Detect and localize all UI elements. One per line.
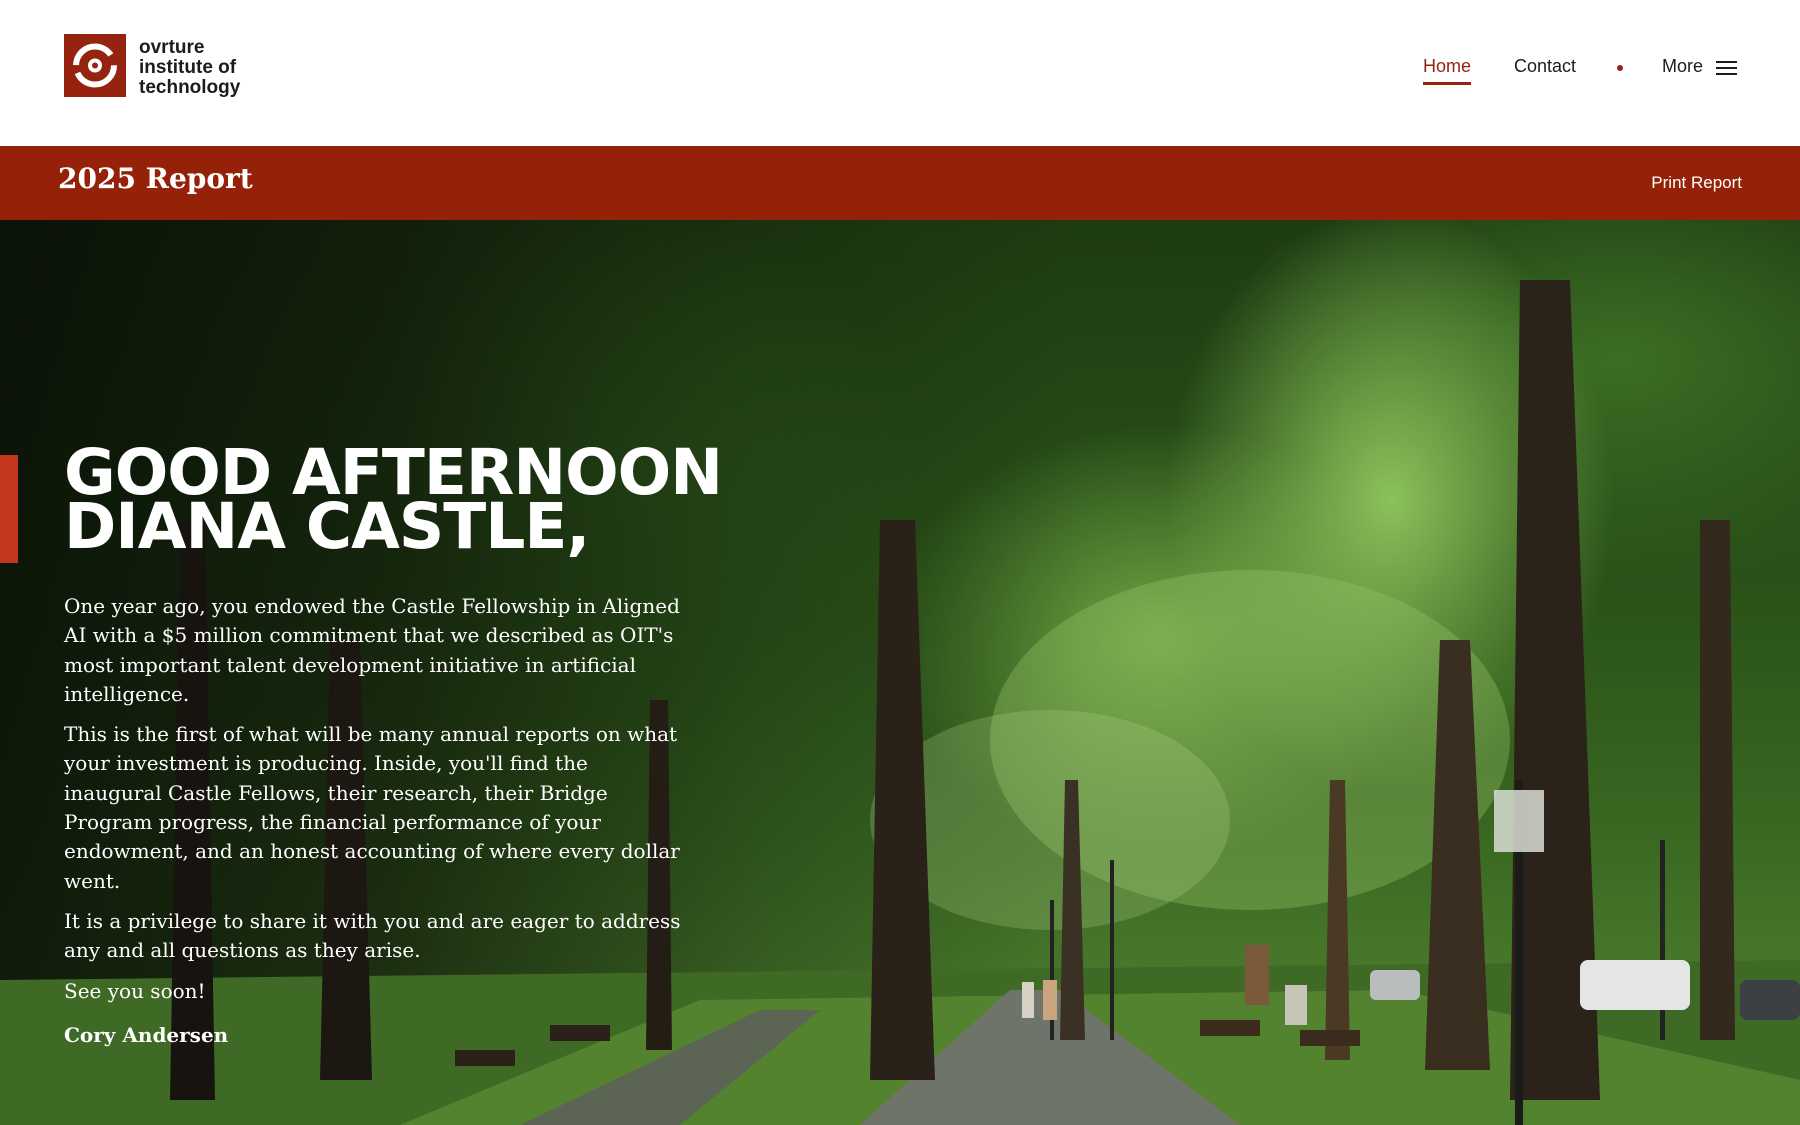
nav-contact-link[interactable]: Contact <box>1514 56 1576 77</box>
brand-name-line-2: institute of <box>139 57 237 78</box>
nav-separator-dot <box>1617 65 1623 71</box>
report-bar: 2025 Report Print Report <box>0 146 1800 220</box>
greeting-heading: GOOD AFTERNOON DIANA CASTLE, <box>64 441 723 558</box>
letter-body: One year ago, you endowed the Castle Fel… <box>64 592 684 1017</box>
brand-logo[interactable]: ovrture institute of technology <box>64 34 240 98</box>
ovrture-swirl-icon <box>64 34 126 97</box>
main-nav: Home Contact More <box>1200 0 1800 134</box>
site-header: ovrture institute of technology Home Con… <box>0 0 1800 146</box>
hamburger-menu-icon <box>1716 59 1738 75</box>
brand-name-line-3: technology <box>139 77 241 98</box>
brand-name: ovrture institute of technology <box>139 38 240 98</box>
letter-paragraph-3: It is a privilege to share it with you a… <box>64 908 681 963</box>
report-title: 2025 Report <box>58 162 253 195</box>
letter-paragraph-1: One year ago, you endowed the Castle Fel… <box>64 594 680 706</box>
signature: Cory Andersen <box>64 1023 229 1047</box>
nav-home-link[interactable]: Home <box>1423 56 1472 85</box>
more-menu-label: More <box>1662 56 1704 76</box>
print-report-button[interactable]: Print Report <box>1651 173 1742 193</box>
more-menu-button[interactable]: More <box>1662 56 1738 77</box>
accent-bar <box>0 455 18 563</box>
letter-paragraph-2: This is the first of what will be many a… <box>64 722 680 893</box>
hero-section: GOOD AFTERNOON DIANA CASTLE, One year ag… <box>0 220 1800 1125</box>
letter-paragraph-4: See you soon! <box>64 978 206 1003</box>
brand-name-line-1: ovrture <box>139 37 205 58</box>
